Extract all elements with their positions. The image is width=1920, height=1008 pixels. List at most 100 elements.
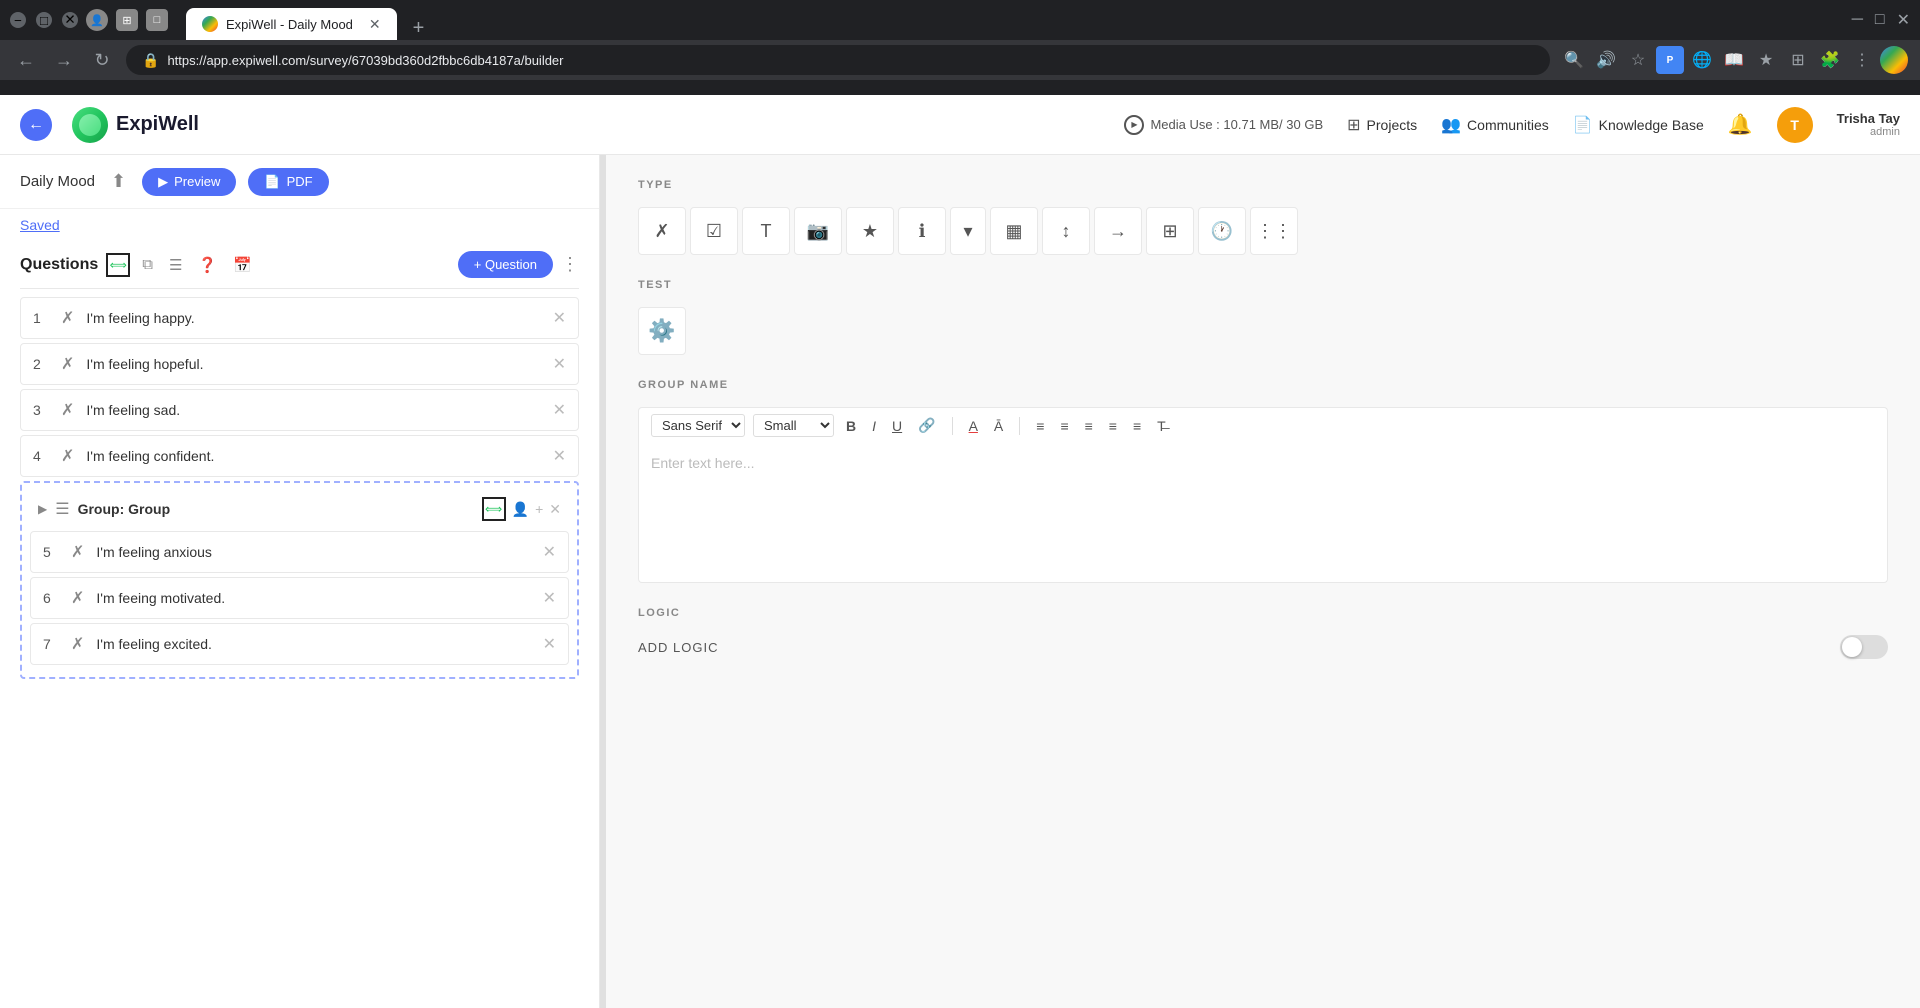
- type-btn-star[interactable]: ★: [846, 207, 894, 255]
- list-view-btn[interactable]: ☰: [165, 252, 186, 278]
- bookmark-btn[interactable]: ☆: [1624, 46, 1652, 74]
- knowledge-base-link[interactable]: 📄 Knowledge Base: [1573, 115, 1704, 135]
- extension-icon-1[interactable]: P: [1656, 46, 1684, 74]
- remove-question-btn[interactable]: ✕: [553, 446, 566, 466]
- group-person-btn[interactable]: 👤: [512, 501, 529, 518]
- remove-question-btn[interactable]: ✕: [543, 588, 556, 608]
- share-button[interactable]: ⬆: [107, 167, 130, 196]
- remove-question-btn[interactable]: ✕: [543, 542, 556, 562]
- question-number: 5: [43, 544, 59, 560]
- logo-icon-inner: [79, 114, 101, 136]
- italic-btn[interactable]: I: [868, 416, 880, 436]
- underline-btn[interactable]: U: [888, 416, 906, 436]
- ordered-list-btn[interactable]: ≡: [1056, 416, 1072, 436]
- reader-mode-btn[interactable]: 📖: [1720, 46, 1748, 74]
- question-item: 4 ✗ I'm feeling confident. ✕: [20, 435, 579, 477]
- favorites-btn[interactable]: ★: [1752, 46, 1780, 74]
- user-info: Trisha Tay admin: [1837, 111, 1900, 138]
- copy-questions-btn[interactable]: ⧉: [138, 252, 157, 277]
- user-role: admin: [1870, 126, 1900, 138]
- active-tab[interactable]: ExpiWell - Daily Mood ✕: [186, 8, 397, 40]
- tab-close-icon[interactable]: ✕: [369, 16, 381, 33]
- unordered-list-btn[interactable]: ≡: [1081, 416, 1097, 436]
- back-icon: ←: [28, 116, 44, 134]
- type-btn-info[interactable]: ℹ: [898, 207, 946, 255]
- question-text: I'm feeling hopeful.: [86, 356, 540, 372]
- address-bar[interactable]: 🔒 https://app.expiwell.com/survey/67039b…: [126, 45, 1550, 75]
- link-btn[interactable]: 🔗: [914, 415, 939, 436]
- search-btn[interactable]: 🔍: [1560, 46, 1588, 74]
- pdf-button[interactable]: 📄 PDF: [248, 168, 328, 196]
- maximize-button[interactable]: □: [36, 12, 52, 28]
- help-btn[interactable]: ❓: [194, 252, 221, 278]
- refresh-btn[interactable]: ↻: [88, 46, 116, 74]
- remove-question-btn[interactable]: ✕: [553, 400, 566, 420]
- type-btn-grid[interactable]: ▦: [990, 207, 1038, 255]
- saved-status[interactable]: Saved: [0, 209, 599, 241]
- font-size-select[interactable]: Small Medium Large: [753, 414, 834, 437]
- group-toggle-btn[interactable]: ▶: [38, 502, 47, 516]
- knowledge-base-label: Knowledge Base: [1599, 117, 1704, 133]
- close-button[interactable]: ✕: [62, 12, 78, 28]
- calendar-btn[interactable]: 📅: [229, 252, 256, 278]
- logic-toggle[interactable]: [1840, 635, 1888, 659]
- group-label: Group: Group: [78, 501, 171, 517]
- bold-btn[interactable]: B: [842, 416, 860, 436]
- group-add-btn[interactable]: +: [535, 501, 543, 517]
- type-btn-dropdown[interactable]: ▾: [950, 207, 986, 255]
- preview-button[interactable]: ▶ Preview: [142, 168, 236, 196]
- read-aloud-btn[interactable]: 🔊: [1592, 46, 1620, 74]
- group-remove-btn[interactable]: ✕: [549, 501, 561, 518]
- question-item: 3 ✗ I'm feeling sad. ✕: [20, 389, 579, 431]
- remove-question-btn[interactable]: ✕: [553, 354, 566, 374]
- add-question-button[interactable]: + Question: [458, 251, 553, 278]
- group-icon: ☰: [55, 499, 69, 519]
- type-btn-clock[interactable]: 🕐: [1198, 207, 1246, 255]
- remove-question-btn[interactable]: ✕: [543, 634, 556, 654]
- windows-icon[interactable]: □: [146, 9, 168, 31]
- type-btn-text[interactable]: T: [742, 207, 790, 255]
- avatar[interactable]: T: [1777, 107, 1813, 143]
- tabs-icon[interactable]: ⊞: [116, 9, 138, 31]
- more-options-btn[interactable]: ⋮: [561, 254, 579, 275]
- clear-format-btn[interactable]: T̶: [1153, 416, 1170, 436]
- back-nav-btn[interactable]: ←: [12, 46, 40, 74]
- question-type-icon: ✗: [61, 446, 74, 466]
- new-tab-button[interactable]: +: [405, 17, 433, 40]
- type-btn-arrow[interactable]: →: [1094, 207, 1142, 255]
- projects-link[interactable]: ⊞ Projects: [1347, 115, 1417, 135]
- type-btn-photo[interactable]: 📷: [794, 207, 842, 255]
- back-button[interactable]: ←: [20, 109, 52, 141]
- more-btn[interactable]: ⋮: [1848, 46, 1876, 74]
- window-restore-btn[interactable]: □: [1875, 11, 1885, 29]
- minimize-button[interactable]: −: [10, 12, 26, 28]
- communities-link[interactable]: 👥 Communities: [1441, 115, 1549, 135]
- outdent-btn[interactable]: ≡: [1129, 416, 1145, 436]
- notification-bell[interactable]: 🔔: [1728, 112, 1753, 137]
- indent-btn[interactable]: ≡: [1105, 416, 1121, 436]
- type-btn-dots[interactable]: ⋮⋮: [1250, 207, 1298, 255]
- pdf-icon: 📄: [264, 174, 280, 190]
- test-section-label: TEST: [638, 279, 1888, 291]
- forward-nav-btn[interactable]: →: [50, 46, 78, 74]
- remove-question-btn[interactable]: ✕: [553, 308, 566, 328]
- type-btn-check[interactable]: ☑: [690, 207, 738, 255]
- highlight-btn[interactable]: Ā: [990, 416, 1007, 436]
- extensions-btn[interactable]: 🧩: [1816, 46, 1844, 74]
- type-btn-vertical[interactable]: ↕: [1042, 207, 1090, 255]
- type-btn-checkbox[interactable]: ✗: [638, 207, 686, 255]
- profile-icon[interactable]: 👤: [86, 9, 108, 31]
- font-family-select[interactable]: Sans Serif: [651, 414, 745, 437]
- group-actions: ⟺ 👤 + ✕: [482, 497, 561, 521]
- text-area-container[interactable]: Enter text here...: [638, 443, 1888, 583]
- font-color-btn[interactable]: A: [965, 416, 982, 436]
- question-text: I'm feeling confident.: [86, 448, 540, 464]
- type-btn-table[interactable]: ⊞: [1146, 207, 1194, 255]
- toggle-thumb: [1842, 637, 1862, 657]
- extension-btn[interactable]: 🌐: [1688, 46, 1716, 74]
- window-minimize-btn[interactable]: ─: [1852, 11, 1863, 29]
- window-close-btn[interactable]: ✕: [1897, 10, 1910, 30]
- align-left-btn[interactable]: ≡: [1032, 416, 1048, 436]
- collections-btn[interactable]: ⊞: [1784, 46, 1812, 74]
- logo-icon: [72, 107, 108, 143]
